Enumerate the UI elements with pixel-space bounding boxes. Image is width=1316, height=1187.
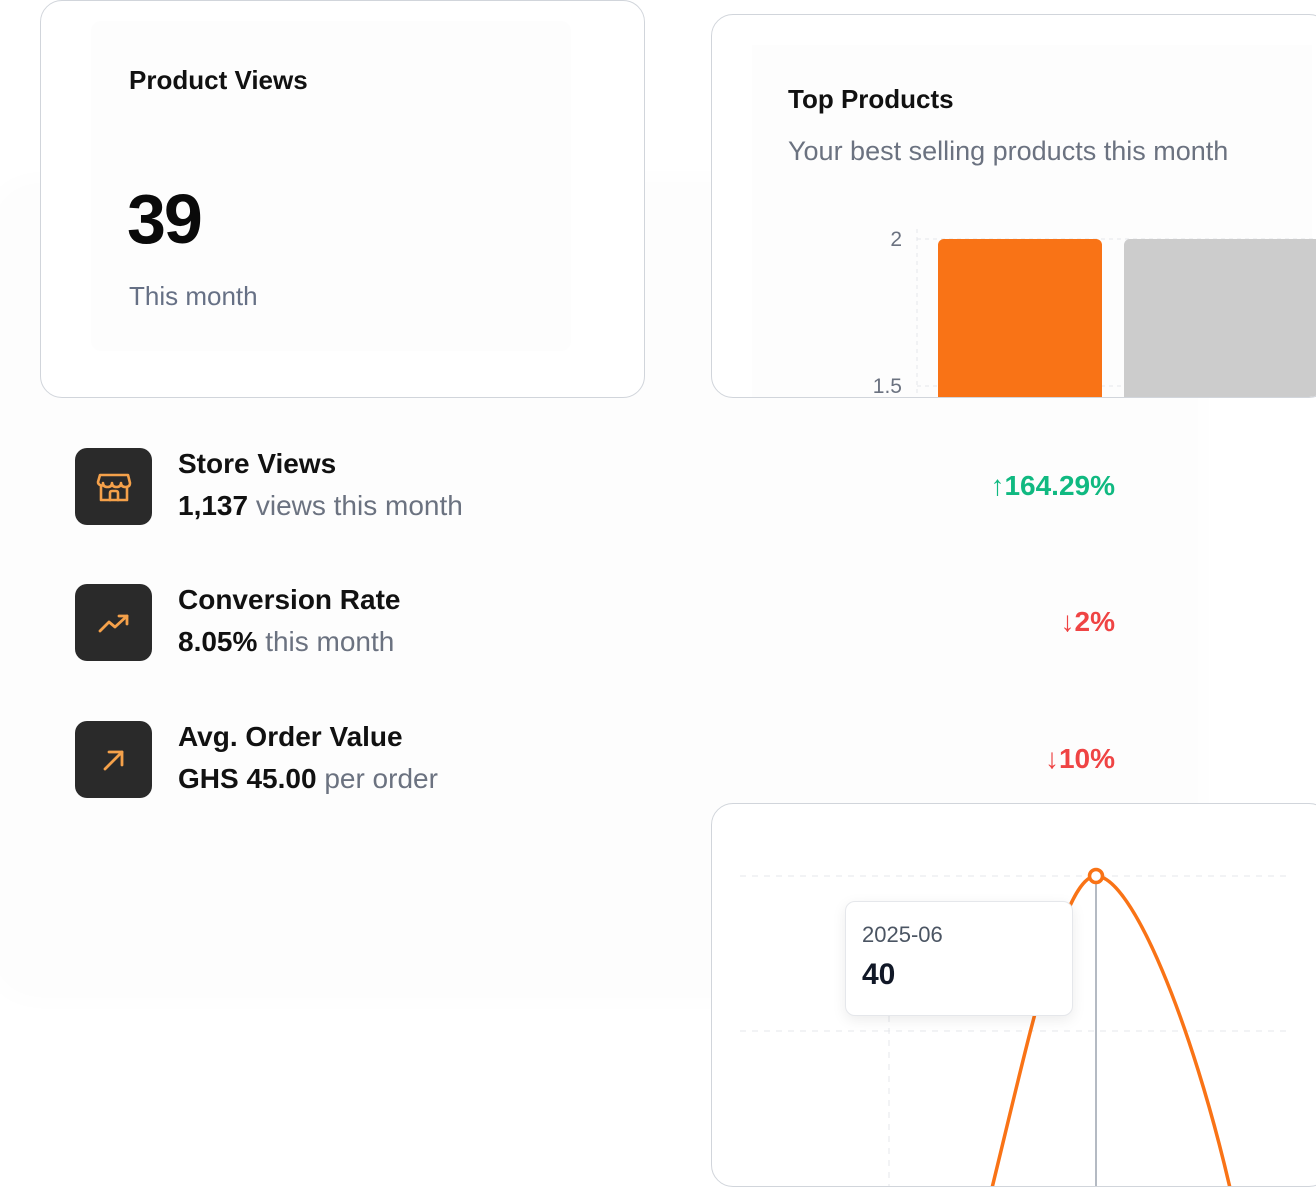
- metric-delta: ↓2%: [1061, 606, 1115, 638]
- metric-value: GHS 45.00: [178, 763, 317, 794]
- metric-delta-value: 10%: [1058, 743, 1115, 774]
- metric-title: Avg. Order Value: [178, 721, 403, 752]
- metric-avg-order-value: Avg. Order Value GHS 45.00 per order ↓10…: [75, 721, 1115, 801]
- arrow-up-right-icon: [75, 721, 152, 798]
- product-views-card: Product Views 39 This month: [40, 0, 645, 398]
- metric-value: 1,137: [178, 490, 249, 521]
- tooltip-label: 2025-06: [862, 922, 943, 947]
- product-views-title: Product Views: [129, 65, 308, 95]
- product-views-subtitle: This month: [129, 281, 258, 311]
- metric-suffix: per order: [324, 763, 438, 794]
- metric-detail: 8.05% this month: [178, 626, 394, 658]
- metric-title: Store Views: [178, 448, 337, 479]
- tooltip-value: 40: [862, 958, 896, 991]
- metric-title: Conversion Rate: [178, 584, 401, 615]
- metric-value: 8.05%: [178, 626, 258, 657]
- metric-detail: GHS 45.00 per order: [178, 763, 438, 795]
- metric-store-views: Store Views 1,137 views this month ↑164.…: [75, 448, 1115, 528]
- metric-suffix: this month: [265, 626, 395, 657]
- metric-delta-value: 164.29%: [1004, 470, 1115, 501]
- product-views-value: 39: [127, 180, 203, 258]
- bar-y-tick: 2: [890, 228, 902, 251]
- metric-conversion-rate: Conversion Rate 8.05% this month ↓2%: [75, 584, 1115, 664]
- chart-tooltip: 2025-06 40: [845, 901, 1073, 1016]
- bar[interactable]: [1124, 239, 1316, 398]
- top-products-card: Top Products Your best selling products …: [711, 14, 1316, 398]
- highlight-point[interactable]: [1087, 867, 1105, 885]
- metric-detail: 1,137 views this month: [178, 490, 463, 522]
- trending-up-icon: [75, 584, 152, 661]
- arrow-down-icon: ↓: [1060, 606, 1075, 637]
- store-icon: [75, 448, 152, 525]
- bar[interactable]: [938, 239, 1102, 398]
- metric-delta: ↓10%: [1045, 743, 1115, 775]
- metric-suffix: views this month: [255, 490, 463, 521]
- bar-y-tick: 1.5: [873, 375, 902, 398]
- metric-delta: ↑164.29%: [990, 470, 1115, 502]
- arrow-up-icon: ↑: [990, 470, 1005, 501]
- metric-delta-value: 2%: [1074, 606, 1115, 637]
- top-products-bar-chart: 21.5: [873, 228, 1316, 398]
- trend-line-chart-card: 2025-06 40: [711, 803, 1316, 1187]
- arrow-down-icon: ↓: [1044, 743, 1059, 774]
